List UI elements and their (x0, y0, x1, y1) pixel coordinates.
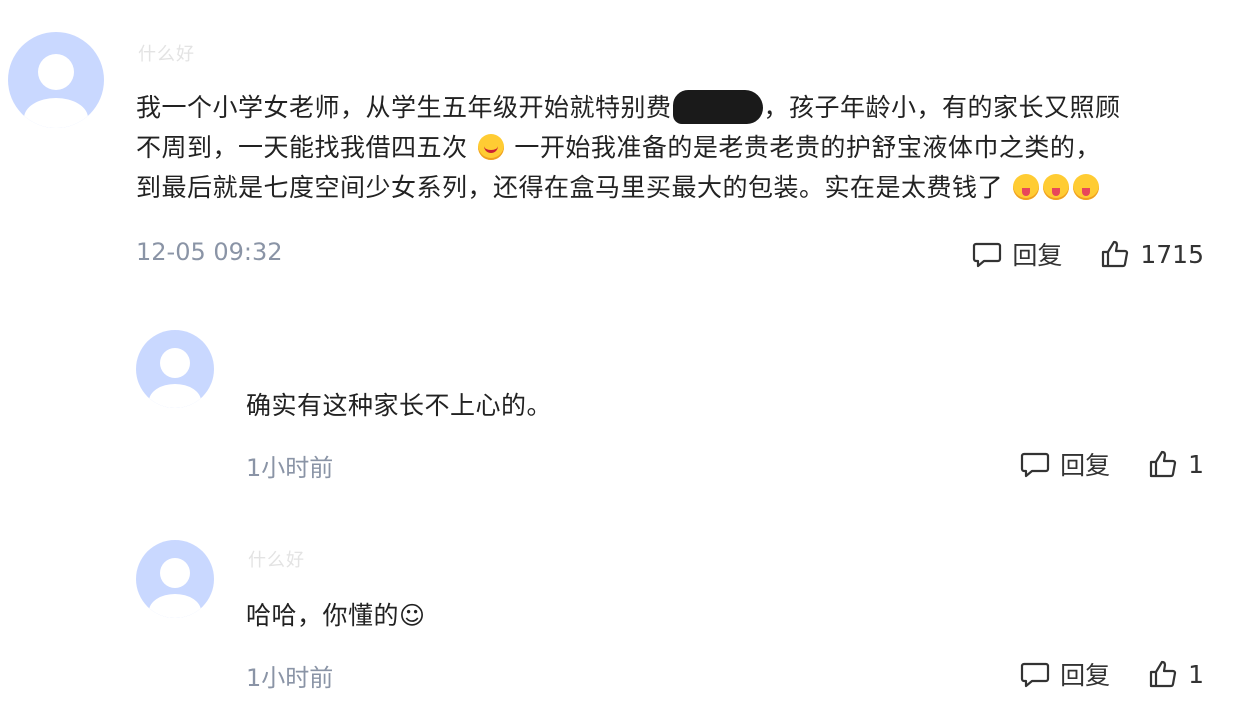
comment-text: 哈哈，你懂的☺ (246, 601, 426, 630)
like-count: 1 (1188, 449, 1204, 479)
thumbs-up-icon[interactable] (1148, 449, 1178, 479)
comment-actions: 回复 1 (1020, 656, 1204, 692)
face-with-tongue-icon (1013, 174, 1040, 200)
thumbs-up-icon[interactable] (1100, 239, 1130, 269)
reply-button[interactable]: 回复 (1060, 446, 1110, 482)
timestamp: 12-05 09:32 (136, 238, 283, 266)
avatar[interactable] (136, 330, 214, 408)
like-count: 1715 (1140, 239, 1204, 269)
comment-bubble-icon[interactable] (972, 239, 1002, 269)
reply-button[interactable]: 回复 (1012, 236, 1062, 272)
face-with-tongue-icon (1043, 174, 1070, 200)
username[interactable]: 什么好 (138, 40, 195, 66)
smiling-face-icon (477, 134, 504, 160)
username[interactable]: 什么好 (248, 546, 305, 572)
comment-text: 确实有这种家长不上心的。 (246, 391, 553, 420)
comment-actions: 回复 1715 (972, 236, 1204, 272)
avatar[interactable] (136, 540, 214, 618)
thumbs-up-icon[interactable] (1148, 659, 1178, 689)
comment-bubble-icon[interactable] (1020, 659, 1050, 689)
comment-text: 我一个小学女老师，从学生五年级开始就特别费 ，孩子年龄小，有的家长又照顾 不周到，… (136, 88, 1216, 208)
comment-bubble-icon[interactable] (1020, 449, 1050, 479)
avatar[interactable] (8, 32, 104, 128)
reply-button[interactable]: 回复 (1060, 656, 1110, 692)
redacted-text (672, 90, 763, 124)
face-with-tongue-icon (1073, 174, 1100, 200)
like-count: 1 (1188, 659, 1204, 689)
comment-actions: 回复 1 (1020, 446, 1204, 482)
timestamp: 1小时前 (246, 664, 334, 692)
timestamp: 1小时前 (246, 454, 334, 482)
